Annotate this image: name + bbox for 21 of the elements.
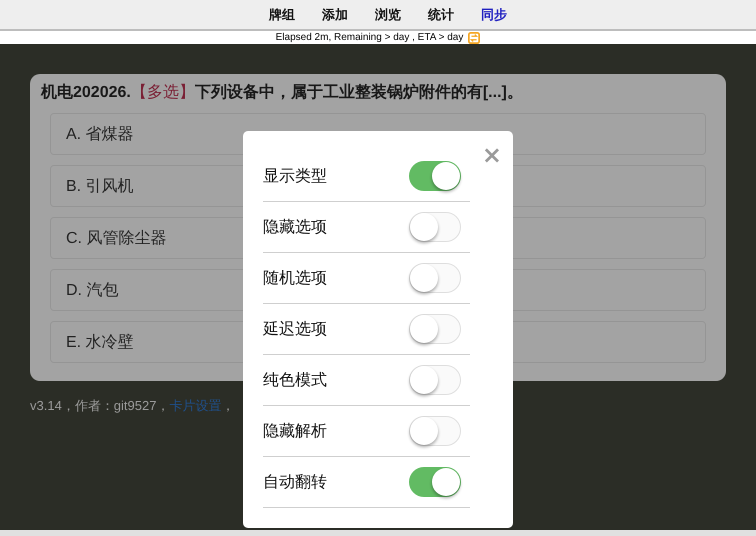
setting-label: 延迟选项	[263, 320, 327, 340]
toggle-switch[interactable]	[409, 161, 461, 191]
setting-label: 隐藏解析	[263, 422, 327, 442]
status-text: Elapsed 2m, Remaining > day , ETA > day	[276, 32, 464, 43]
nav-link[interactable]: 同步	[481, 6, 507, 24]
setting-label: 显示类型	[263, 166, 327, 186]
setting-label: 隐藏选项	[263, 218, 327, 238]
question-text: 下列设备中，属于工业整装锅炉附件的有[...]。	[194, 84, 523, 101]
sync-icon[interactable]	[468, 32, 480, 44]
question-number: 机电202026.	[41, 84, 131, 101]
question-type-tag: 【多选】	[130, 84, 195, 101]
footer-text: v3.14，作者：git9527，	[30, 398, 170, 413]
nav-link[interactable]: 添加	[322, 6, 348, 24]
toggle-switch[interactable]	[409, 467, 461, 497]
setting-label: 随机选项	[263, 268, 327, 288]
nav-link[interactable]: 浏览	[375, 6, 401, 24]
footer-text: ，	[221, 398, 234, 413]
nav-link[interactable]: 统计	[428, 6, 454, 24]
setting-label: 纯色模式	[263, 370, 327, 390]
nav-link[interactable]: 牌组	[269, 6, 295, 24]
setting-label: 自动翻转	[263, 472, 327, 492]
